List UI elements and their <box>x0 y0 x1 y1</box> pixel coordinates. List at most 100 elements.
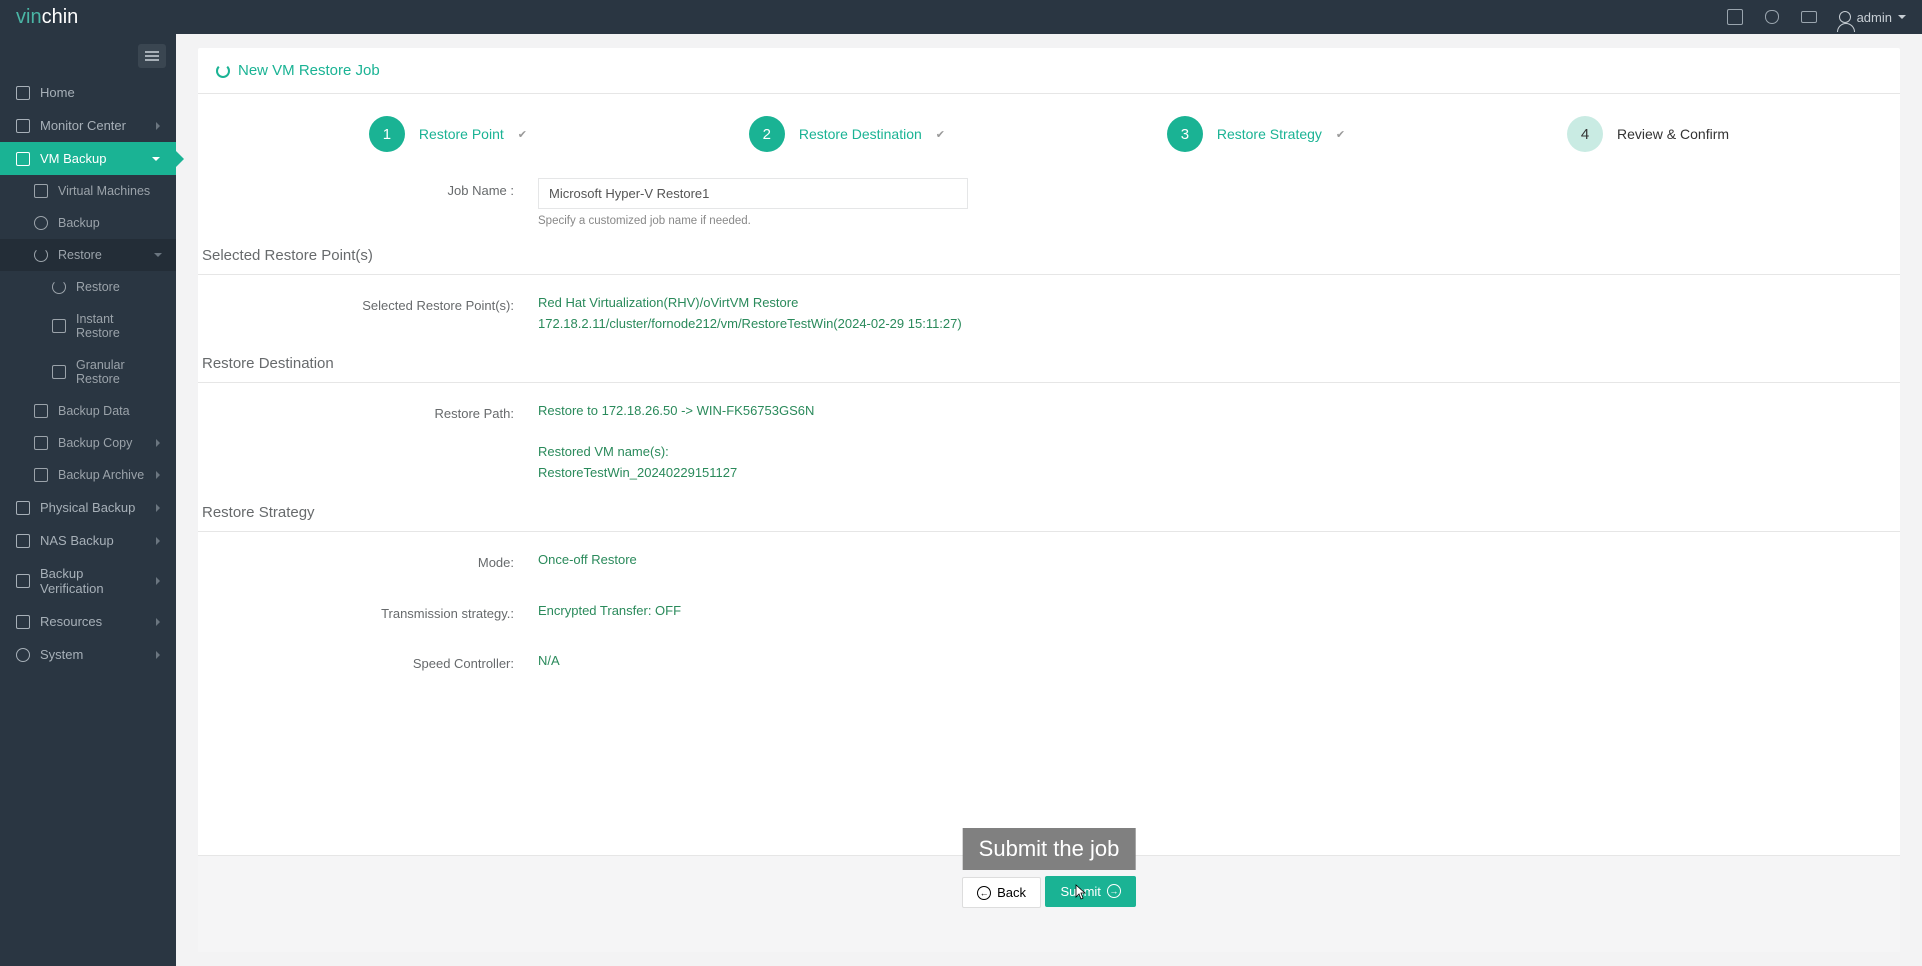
nav-physical-backup[interactable]: Physical Backup <box>0 491 176 524</box>
restored-vm-label: Restored VM name(s): <box>538 442 1900 463</box>
user-name: admin <box>1857 10 1892 25</box>
wizard-steps: 1 Restore Point ✔ 2 Restore Destination … <box>198 94 1900 164</box>
restored-vm-value: RestoreTestWin_20240229151127 <box>538 463 1900 484</box>
nav-backup[interactable]: Backup <box>0 207 176 239</box>
nav-backup-archive-label: Backup Archive <box>58 468 144 482</box>
speed-value: N/A <box>538 651 1900 672</box>
restore-path-label: Restore Path: <box>198 401 538 421</box>
nav-vm-backup-label: VM Backup <box>40 151 106 166</box>
nav-physical-backup-label: Physical Backup <box>40 500 135 515</box>
nav-instant-restore[interactable]: Instant Restore <box>0 303 176 349</box>
nav-nas-backup[interactable]: NAS Backup <box>0 524 176 557</box>
sidebar: Home Monitor Center VM Backup Virtual Ma… <box>0 34 176 966</box>
refresh-icon <box>216 64 230 78</box>
nav-backup-copy-label: Backup Copy <box>58 436 132 450</box>
selected-points-label: Selected Restore Point(s): <box>198 293 538 313</box>
nav-backup-label: Backup <box>58 216 100 230</box>
wizard-step-1[interactable]: 1 Restore Point ✔ <box>369 116 527 152</box>
chevron-down-icon <box>154 253 162 257</box>
user-icon <box>1839 11 1851 23</box>
backup-verification-icon <box>16 574 30 588</box>
restore-path-line: Restore to 172.18.26.50 -> WIN-FK56753GS… <box>538 401 1900 422</box>
nav-nas-backup-label: NAS Backup <box>40 533 114 548</box>
job-name-label: Job Name : <box>198 178 538 198</box>
submit-button-label: Submit <box>1060 884 1100 899</box>
hamburger-icon <box>145 55 159 57</box>
nav-backup-verification[interactable]: Backup Verification <box>0 557 176 605</box>
topbar-right: admin <box>1727 9 1906 25</box>
chevron-right-icon <box>156 439 160 447</box>
chevron-right-icon <box>156 537 160 545</box>
section-restore-points: Selected Restore Point(s) <box>198 233 1900 275</box>
monitor-icon[interactable] <box>1801 11 1817 23</box>
step-num-3: 3 <box>1167 116 1203 152</box>
nav-home[interactable]: Home <box>0 76 176 109</box>
chevron-right-icon <box>156 504 160 512</box>
check-icon: ✔ <box>936 128 945 141</box>
sub-nav-vm-backup: Virtual Machines Backup Restore Restore <box>0 175 176 491</box>
nav-virtual-machines-label: Virtual Machines <box>58 184 150 198</box>
vm-backup-icon <box>16 152 30 166</box>
logo-part1: vin <box>16 6 42 29</box>
backup-icon <box>34 216 48 230</box>
nav-resources[interactable]: Resources <box>0 605 176 638</box>
back-button[interactable]: ← Back <box>962 877 1041 908</box>
step-label-2: Restore Destination <box>799 126 922 142</box>
content: New VM Restore Job 1 Restore Point ✔ 2 R… <box>176 34 1922 966</box>
vm-icon <box>34 184 48 198</box>
mode-value: Once-off Restore <box>538 550 1900 571</box>
sidebar-toggle[interactable] <box>138 44 166 68</box>
nav-monitor-center[interactable]: Monitor Center <box>0 109 176 142</box>
backup-copy-icon <box>34 436 48 450</box>
nav-backup-copy[interactable]: Backup Copy <box>0 427 176 459</box>
chevron-right-icon <box>156 471 160 479</box>
speed-label: Speed Controller: <box>198 651 538 671</box>
wizard-step-4[interactable]: 4 Review & Confirm <box>1567 116 1729 152</box>
wizard-step-3[interactable]: 3 Restore Strategy ✔ <box>1167 116 1345 152</box>
step-label-4: Review & Confirm <box>1617 126 1729 142</box>
nav-granular-restore[interactable]: Granular Restore <box>0 349 176 395</box>
topbar: vinchin admin <box>0 0 1922 34</box>
list-icon[interactable] <box>1727 9 1743 25</box>
selected-points-line1: Red Hat Virtualization(RHV)/oVirtVM Rest… <box>538 293 1900 314</box>
section-restore-dest: Restore Destination <box>198 341 1900 383</box>
restore-sub-icon <box>52 280 66 294</box>
resources-icon <box>16 615 30 629</box>
nav-virtual-machines[interactable]: Virtual Machines <box>0 175 176 207</box>
arrow-right-icon: → <box>1107 884 1121 898</box>
chevron-down-icon <box>1898 15 1906 19</box>
nav-vm-backup[interactable]: VM Backup <box>0 142 176 175</box>
nav-backup-data[interactable]: Backup Data <box>0 395 176 427</box>
step-num-1: 1 <box>369 116 405 152</box>
user-menu[interactable]: admin <box>1839 10 1906 25</box>
check-icon: ✔ <box>518 128 527 141</box>
chevron-right-icon <box>156 618 160 626</box>
check-icon: ✔ <box>1336 128 1345 141</box>
nav-system-label: System <box>40 647 83 662</box>
wizard-step-2[interactable]: 2 Restore Destination ✔ <box>749 116 945 152</box>
bell-icon[interactable] <box>1765 10 1779 24</box>
nav-resources-label: Resources <box>40 614 102 629</box>
panel: New VM Restore Job 1 Restore Point ✔ 2 R… <box>198 48 1900 952</box>
section-strategy: Restore Strategy <box>198 490 1900 532</box>
logo: vinchin <box>16 6 78 29</box>
transmission-value: Encrypted Transfer: OFF <box>538 601 1900 622</box>
nav-system[interactable]: System <box>0 638 176 671</box>
instant-restore-icon <box>52 319 66 333</box>
panel-body: Job Name : Specify a customized job name… <box>198 164 1900 855</box>
nav-restore-sub-label: Restore <box>76 280 120 294</box>
sub-nav-restore: Restore Instant Restore Granular Restore <box>0 271 176 395</box>
job-name-input[interactable] <box>538 178 968 209</box>
row-job-name: Job Name : Specify a customized job name… <box>198 172 1900 233</box>
panel-header: New VM Restore Job <box>198 48 1900 94</box>
nav-restore[interactable]: Restore <box>0 239 176 271</box>
physical-backup-icon <box>16 501 30 515</box>
monitor-center-icon <box>16 119 30 133</box>
nav-restore-sub[interactable]: Restore <box>0 271 176 303</box>
step-label-3: Restore Strategy <box>1217 126 1322 142</box>
system-icon <box>16 648 30 662</box>
nav-backup-archive[interactable]: Backup Archive <box>0 459 176 491</box>
submit-button[interactable]: Submit → <box>1045 876 1135 907</box>
step-label-1: Restore Point <box>419 126 504 142</box>
back-button-label: Back <box>997 885 1026 900</box>
